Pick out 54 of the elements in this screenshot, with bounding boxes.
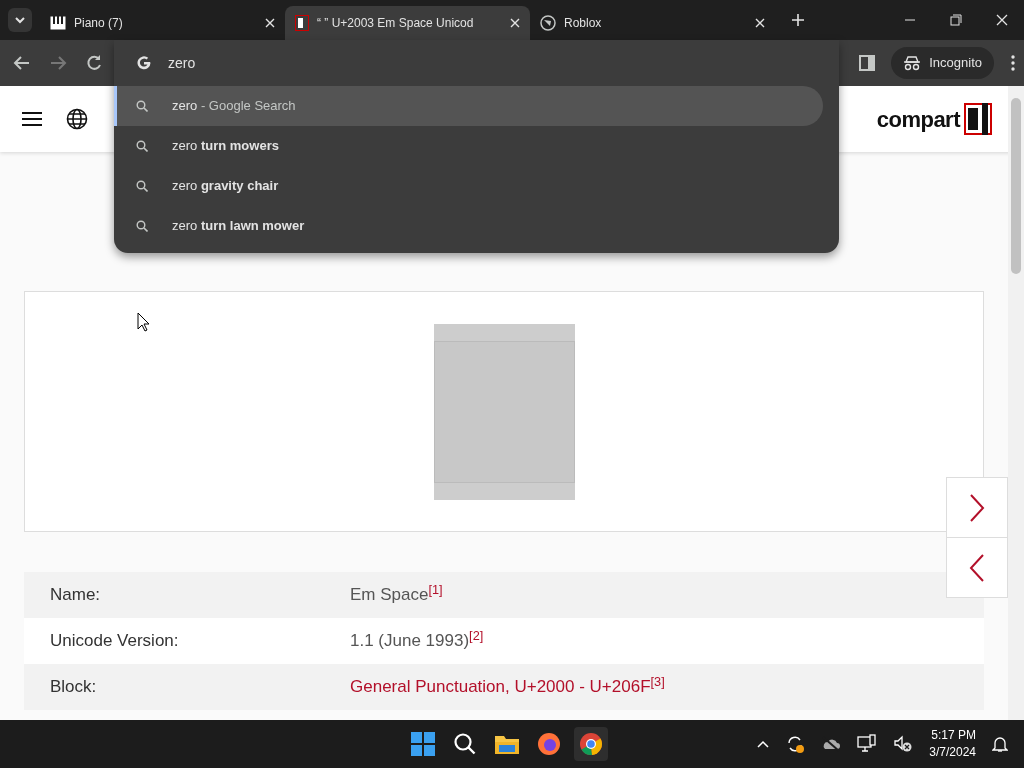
property-link[interactable]: General Punctuation, U+2000 - U+206F$^{[3]}$ [350, 674, 665, 700]
close-icon[interactable] [755, 18, 765, 28]
property-label: Unicode Version: [50, 630, 180, 653]
property-label: Block: [50, 676, 98, 699]
search-icon [136, 140, 148, 152]
logo-text[interactable]: compart [876, 102, 960, 136]
scrollbar[interactable] [1008, 86, 1024, 720]
start-icon[interactable] [411, 732, 435, 756]
notification-icon[interactable] [992, 735, 1008, 753]
restore-icon[interactable] [950, 14, 962, 26]
side-panel-icon[interactable] [859, 55, 876, 71]
volume-muted-icon[interactable] [893, 735, 914, 753]
tab-search-icon[interactable] [8, 8, 32, 32]
close-icon[interactable] [996, 14, 1008, 26]
menu-icon[interactable] [1010, 54, 1016, 72]
logo-icon[interactable] [964, 103, 992, 135]
close-icon[interactable] [510, 18, 520, 28]
cloud-off-icon[interactable] [821, 736, 842, 752]
close-icon[interactable] [265, 18, 275, 28]
clock-date[interactable]: 3/7/2024 [929, 744, 976, 761]
chevron-left-icon [969, 552, 985, 583]
incognito-button[interactable]: Incognito [891, 47, 994, 79]
piano-icon [50, 16, 66, 30]
chevron-up-icon[interactable] [757, 740, 770, 748]
new-tab-icon[interactable] [791, 13, 805, 27]
chevron-right-icon [969, 492, 985, 523]
suggestion-item[interactable]: zero - Google Search [114, 86, 823, 126]
search-icon [136, 180, 148, 192]
search-icon [136, 100, 148, 112]
globe-icon [540, 15, 556, 31]
browser-icon[interactable] [537, 732, 561, 756]
property-value: Em Space$^{[1]}$ [350, 582, 443, 607]
property-label: Name: [50, 584, 102, 607]
suggestion-item[interactable]: zero turn lawn mower [114, 206, 823, 246]
address-field[interactable]: zero [168, 52, 196, 74]
globe-icon[interactable] [66, 108, 88, 130]
cursor-icon [137, 312, 151, 332]
search-icon [136, 220, 148, 232]
clock-time[interactable]: 5:17 PM [929, 727, 976, 744]
sync-icon[interactable] [785, 734, 806, 754]
suggestion-item[interactable]: zero gravity chair [114, 166, 823, 206]
network-icon[interactable] [857, 734, 878, 754]
browser-tab[interactable]: Piano (7) [40, 6, 285, 40]
property-value: 1.1 (June 1993)$^{[2]}$ [350, 628, 484, 653]
browser-tab[interactable]: Roblox [530, 6, 775, 40]
menu-icon[interactable] [22, 111, 42, 127]
browser-tab[interactable]: “ ” U+2003 Em Space Unicod [285, 6, 530, 40]
search-icon[interactable] [453, 732, 477, 756]
folder-icon[interactable] [494, 733, 520, 755]
suggestion-item[interactable]: zero turn mowers [114, 126, 823, 166]
google-icon [136, 55, 152, 71]
site-icon [295, 15, 309, 31]
incognito-icon [903, 55, 922, 71]
chrome-icon[interactable] [579, 732, 603, 756]
